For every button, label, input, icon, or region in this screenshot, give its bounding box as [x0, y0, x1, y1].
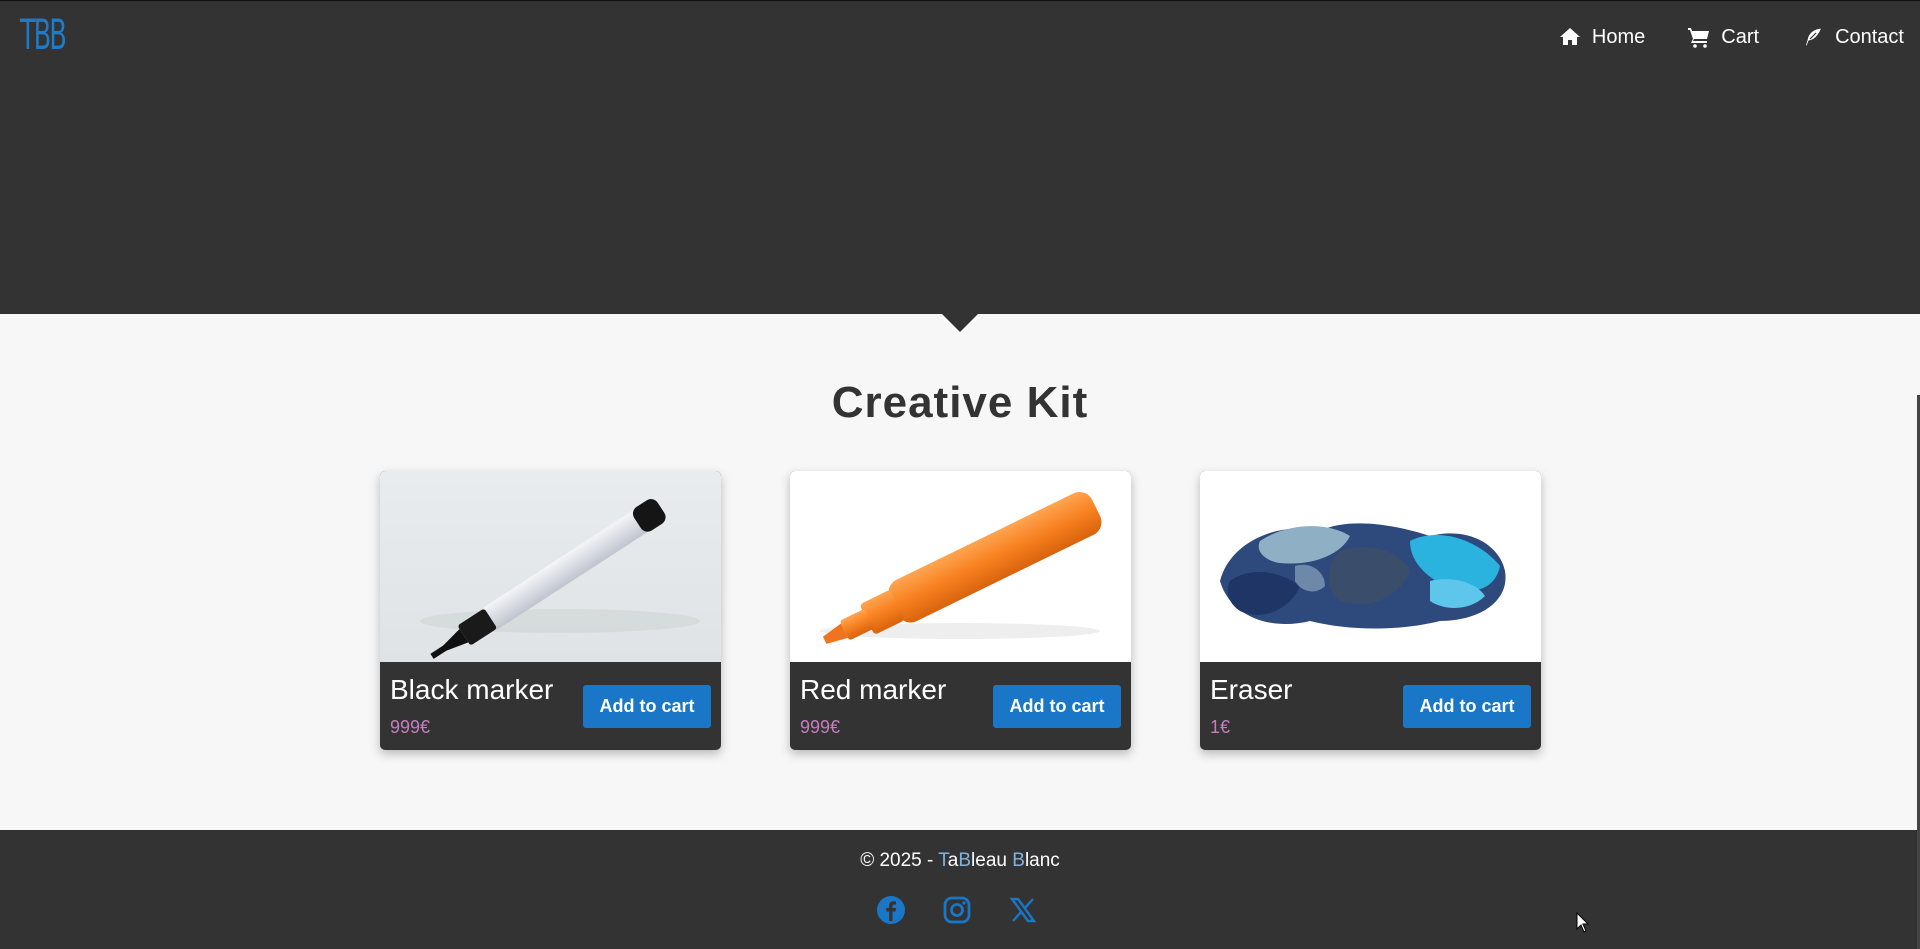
facebook-icon [877, 896, 905, 924]
top-navbar: TBB Home Cart Contact [0, 0, 1920, 76]
nav-home-link[interactable]: Home [1558, 25, 1645, 49]
product-price: 999€ [800, 717, 841, 737]
copyright-prefix: © 2025 - [860, 850, 939, 871]
brand-letter: B [958, 850, 972, 871]
home-icon [1559, 28, 1580, 45]
product-grid: Black marker 999€ Add to cart Red marker… [380, 471, 1541, 750]
nav-cart-link[interactable]: Cart [1687, 25, 1759, 49]
hero-banner [0, 76, 1920, 314]
product-card: Eraser 1€ Add to cart [1200, 471, 1541, 750]
product-card-body: Eraser 1€ Add to cart [1200, 662, 1541, 750]
nav-home-label: Home [1591, 25, 1646, 48]
instagram-link[interactable] [942, 895, 972, 925]
product-name: Black marker [390, 674, 554, 705]
facebook-link[interactable] [876, 895, 906, 925]
hero-arrow-decoration [942, 314, 978, 332]
footer: © 2025 - TaBleau Blanc [0, 830, 1920, 949]
product-name: Eraser [1210, 674, 1293, 705]
cart-icon [1688, 28, 1710, 48]
brand-letter: B [1012, 850, 1025, 871]
x-link[interactable] [1008, 895, 1038, 925]
add-to-cart-button[interactable]: Add to cart [993, 685, 1121, 728]
product-card-body: Red marker 999€ Add to cart [790, 662, 1131, 750]
brand-letter: T [938, 850, 948, 871]
nav-contact-label: Contact [1835, 25, 1904, 48]
section-title: Creative Kit [831, 378, 1089, 427]
nav-links: Home Cart Contact [1558, 25, 1904, 49]
black-marker-image [380, 471, 721, 662]
product-name: Red marker [800, 674, 947, 705]
brand-fragment: leau [971, 850, 1013, 871]
product-price: 999€ [390, 717, 431, 737]
product-card: Black marker 999€ Add to cart [380, 471, 721, 750]
copyright-text: © 2025 - TaBleau Blanc [0, 850, 1920, 872]
cloth-eraser-image [1200, 471, 1541, 662]
instagram-icon [943, 896, 971, 924]
product-card-body: Black marker 999€ Add to cart [380, 662, 721, 750]
brand-logo[interactable]: TBB [20, 9, 67, 61]
product-card: Red marker 999€ Add to cart [790, 471, 1131, 750]
brand-fragment: lanc [1024, 850, 1060, 871]
mouse-cursor-icon [1576, 912, 1590, 933]
feather-icon [1804, 27, 1823, 47]
orange-marker-image [790, 471, 1131, 662]
add-to-cart-button[interactable]: Add to cart [583, 685, 711, 728]
x-icon [1009, 897, 1037, 923]
product-price: 1€ [1210, 717, 1231, 737]
social-links [876, 895, 1038, 925]
brand-fragment: a [947, 850, 959, 871]
nav-cart-label: Cart [1721, 25, 1760, 48]
nav-contact-link[interactable]: Contact [1801, 25, 1904, 49]
add-to-cart-button[interactable]: Add to cart [1403, 685, 1531, 728]
